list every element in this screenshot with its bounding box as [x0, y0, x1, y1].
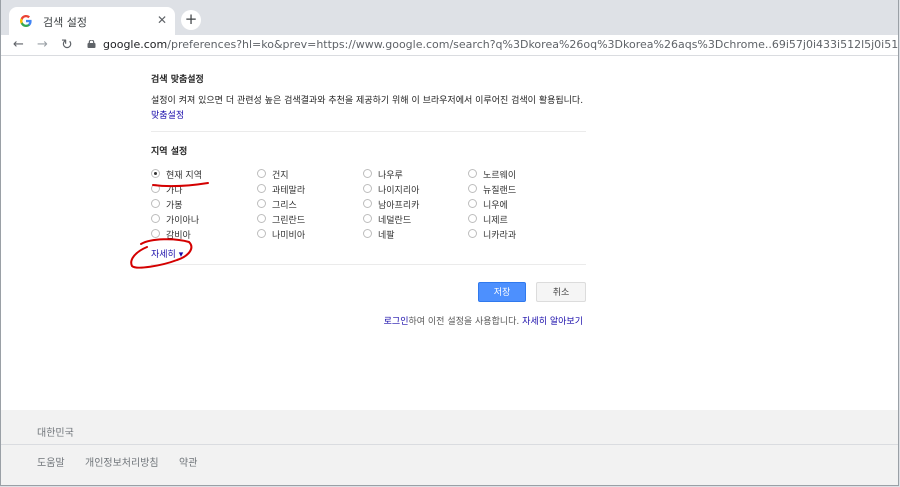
region-radio-item[interactable]: 건지 — [257, 168, 357, 182]
region-radio-item[interactable]: 가나 — [151, 183, 251, 197]
learn-more-link[interactable]: 자세히 알아보기 — [522, 317, 583, 327]
chevron-down-icon: ▾ — [178, 250, 184, 260]
cancel-button[interactable]: 취소 — [536, 282, 586, 302]
lock-icon — [87, 40, 96, 48]
back-arrow-icon[interactable]: ← — [13, 36, 24, 54]
region-radio-item[interactable]: 네팔 — [363, 228, 463, 242]
footer-link-privacy[interactable]: 개인정보처리방침 — [85, 454, 159, 469]
region-radio-item[interactable]: 과테말라 — [257, 183, 357, 197]
radio-button[interactable] — [468, 169, 477, 178]
google-g-icon — [20, 15, 32, 27]
tab-strip: 검색 설정 ✕ + — [1, 0, 898, 35]
region-radio-label: 그린란드 — [272, 216, 306, 226]
region-radio-label: 노르웨이 — [483, 171, 517, 181]
region-radio-item[interactable]: 뉴질랜드 — [468, 183, 568, 197]
radio-button[interactable] — [257, 169, 266, 178]
reload-icon[interactable]: ↻ — [61, 36, 73, 54]
region-radio-item[interactable]: 현재 지역 — [151, 168, 251, 182]
footer-divider — [1, 444, 898, 445]
radio-button[interactable] — [257, 199, 266, 208]
region-radio-label: 가봉 — [166, 201, 183, 211]
region-radio-label: 네덜란드 — [378, 216, 412, 226]
region-settings-title: 지역 설정 — [151, 147, 188, 157]
region-radio-item[interactable]: 남아프리카 — [363, 198, 463, 212]
radio-button[interactable] — [151, 169, 160, 178]
region-radio-label: 나미비아 — [272, 231, 306, 241]
region-radio-item[interactable]: 가이아나 — [151, 213, 251, 227]
region-radio-label: 뉴질랜드 — [483, 186, 517, 196]
region-radio-item[interactable]: 나우루 — [363, 168, 463, 182]
footer-link-terms[interactable]: 약관 — [179, 454, 197, 469]
region-radio-label: 건지 — [272, 171, 289, 181]
radio-button[interactable] — [468, 229, 477, 238]
radio-button[interactable] — [257, 214, 266, 223]
radio-button[interactable] — [363, 169, 372, 178]
radio-button[interactable] — [363, 199, 372, 208]
search-personalization-description: 설정이 켜져 있으면 더 관련성 높은 검색결과와 추천을 제공하기 위해 이 … — [151, 94, 591, 124]
region-more-toggle[interactable]: 자세히 ▾ — [151, 247, 183, 260]
url-path: /preferences?hl=ko&prev=https://www.goog… — [167, 38, 899, 51]
radio-button[interactable] — [468, 214, 477, 223]
personalization-link[interactable]: 맞춤설정 — [151, 111, 184, 121]
browser-toolbar: ← → ↻ google.com/preferences?hl=ko&prev=… — [1, 35, 898, 56]
region-radio-item[interactable]: 니제르 — [468, 213, 568, 227]
browser-window: 검색 설정 ✕ + ← → ↻ google.com/preferences?h… — [0, 0, 899, 486]
region-radio-item[interactable]: 나미비아 — [257, 228, 357, 242]
region-radio-label: 과테말라 — [272, 186, 306, 196]
radio-button[interactable] — [151, 184, 160, 193]
region-radio-item[interactable]: 그린란드 — [257, 213, 357, 227]
region-radio-item[interactable]: 가봉 — [151, 198, 251, 212]
region-radio-label: 나우루 — [378, 171, 403, 181]
region-radio-item[interactable]: 그리스 — [257, 198, 357, 212]
radio-button[interactable] — [151, 214, 160, 223]
search-personalization-title: 검색 맞춤설정 — [151, 75, 204, 85]
region-radio-label: 그리스 — [272, 201, 297, 211]
page-footer: 대한민국 도움말 개인정보처리방침 약관 — [1, 410, 898, 485]
section-divider — [151, 131, 586, 132]
footer-country: 대한민국 — [37, 428, 74, 439]
region-radio-label: 감비아 — [166, 231, 191, 241]
tab-search-settings[interactable]: 검색 설정 ✕ — [9, 7, 175, 35]
login-notice: 로그인하여 이전 설정을 사용합니다. 자세히 알아보기 — [384, 314, 583, 327]
radio-button[interactable] — [257, 184, 266, 193]
region-radio-item[interactable]: 노르웨이 — [468, 168, 568, 182]
close-icon[interactable]: ✕ — [157, 13, 167, 27]
more-label: 자세히 — [151, 250, 176, 260]
region-radio-item[interactable]: 니우에 — [468, 198, 568, 212]
radio-button[interactable] — [468, 184, 477, 193]
forward-arrow-icon[interactable]: → — [37, 36, 48, 54]
region-radio-item[interactable]: 감비아 — [151, 228, 251, 242]
region-radio-label: 가이아나 — [166, 216, 200, 226]
region-radio-label: 현재 지역 — [166, 171, 202, 181]
radio-button[interactable] — [363, 229, 372, 238]
description-text: 설정이 켜져 있으면 더 관련성 높은 검색결과와 추천을 제공하기 위해 이 … — [151, 96, 584, 106]
radio-button[interactable] — [151, 229, 160, 238]
url-host: google.com — [103, 38, 168, 51]
section-divider — [151, 264, 586, 265]
new-tab-plus-icon[interactable]: + — [181, 10, 201, 30]
region-radio-item[interactable]: 네덜란드 — [363, 213, 463, 227]
region-radio-label: 나이지리아 — [378, 186, 420, 196]
region-radio-label: 니우에 — [483, 201, 508, 211]
radio-button[interactable] — [257, 229, 266, 238]
settings-page: 검색 맞춤설정 설정이 켜져 있으면 더 관련성 높은 검색결과와 추천을 제공… — [1, 56, 898, 410]
region-radio-label: 네팔 — [378, 231, 395, 241]
radio-button[interactable] — [151, 199, 160, 208]
url-text: google.com/preferences?hl=ko&prev=https:… — [103, 38, 899, 51]
radio-button[interactable] — [363, 184, 372, 193]
region-radio-label: 가나 — [166, 186, 183, 196]
login-link[interactable]: 로그인 — [384, 317, 409, 327]
region-radio-label: 니제르 — [483, 216, 508, 226]
region-radio-item[interactable]: 나이지리아 — [363, 183, 463, 197]
login-notice-text: 하여 이전 설정을 사용합니다. — [408, 317, 520, 327]
region-radio-label: 니카라과 — [483, 231, 517, 241]
save-button[interactable]: 저장 — [478, 282, 526, 302]
tab-title: 검색 설정 — [43, 16, 87, 29]
region-radio-item[interactable]: 니카라과 — [468, 228, 568, 242]
radio-button[interactable] — [468, 199, 477, 208]
footer-link-help[interactable]: 도움말 — [37, 454, 65, 469]
address-bar[interactable]: google.com/preferences?hl=ko&prev=https:… — [83, 35, 898, 55]
radio-button[interactable] — [363, 214, 372, 223]
region-radio-label: 남아프리카 — [378, 201, 420, 211]
